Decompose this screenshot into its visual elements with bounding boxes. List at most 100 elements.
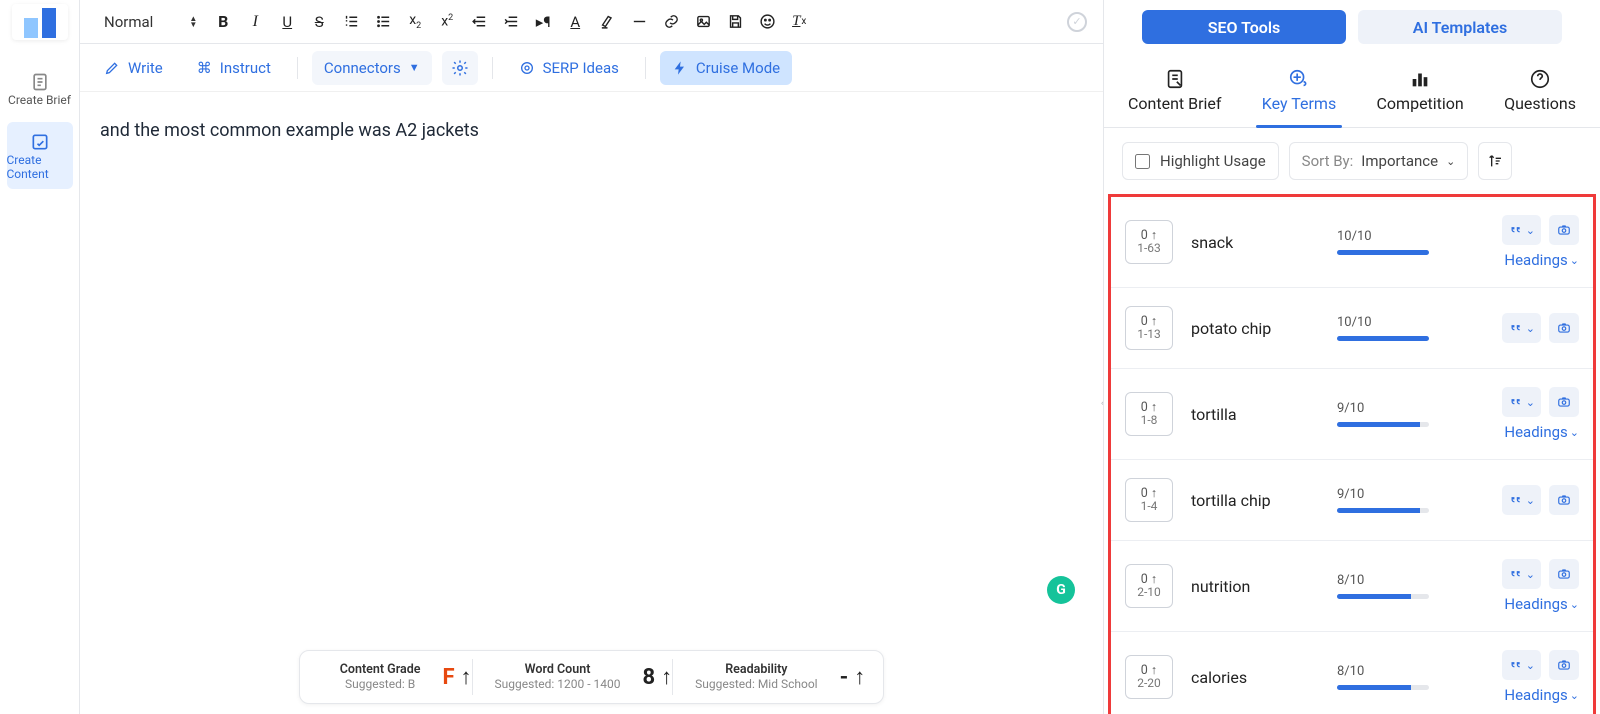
chevron-down-icon: ⌄	[1446, 155, 1455, 168]
editor-area[interactable]: and the most common example was A2 jacke…	[80, 92, 1103, 714]
term-row[interactable]: 0 ↑1-63snack10/10⌄Headings⌄	[1111, 197, 1593, 288]
instruct-button[interactable]: ⌘ Instruct	[185, 51, 283, 85]
clear-format-button[interactable]: Tx	[785, 8, 813, 36]
quote-icon	[1508, 321, 1522, 335]
headings-link[interactable]: Headings⌄	[1504, 423, 1579, 441]
word-count-value: 8 ↑	[642, 664, 672, 690]
format-toolbar: Normal ▲▼ B I U S x2 x2 ▸¶ A Tx	[80, 0, 1103, 44]
resize-handle-icon[interactable]: ⇿	[1101, 396, 1103, 410]
score-bar	[1337, 336, 1429, 341]
occurrence-count: 0 ↑	[1141, 401, 1157, 415]
occurrence-badge: 0 ↑2-10	[1125, 564, 1173, 608]
headings-link[interactable]: Headings⌄	[1504, 251, 1579, 269]
chevron-down-icon: ⌄	[1526, 568, 1535, 581]
quote-expand-button[interactable]: ⌄	[1502, 313, 1541, 343]
create-content-button[interactable]: Create Content	[7, 122, 73, 190]
view-button[interactable]	[1549, 485, 1579, 515]
sort-value: Importance	[1361, 152, 1438, 170]
row-actions: ⌄Headings⌄	[1502, 650, 1579, 704]
bold-button[interactable]: B	[209, 8, 237, 36]
serp-ideas-button[interactable]: SERP Ideas	[507, 51, 631, 85]
strike-button[interactable]: S	[305, 8, 333, 36]
tab-seo-tools[interactable]: SEO Tools	[1142, 10, 1346, 44]
indent-button[interactable]	[497, 8, 525, 36]
create-brief-button[interactable]: Create Brief	[7, 62, 73, 116]
camera-icon	[1556, 658, 1572, 672]
subtab-questions[interactable]: Questions	[1498, 62, 1582, 127]
quote-expand-button[interactable]: ⌄	[1502, 650, 1541, 680]
emoji-button[interactable]	[753, 8, 781, 36]
sort-by-dropdown[interactable]: Sort By: Importance ⌄	[1289, 142, 1469, 180]
separator	[492, 57, 493, 79]
score-column: 8/10	[1337, 573, 1437, 599]
view-button[interactable]	[1549, 650, 1579, 680]
italic-button[interactable]: I	[241, 8, 269, 36]
image-button[interactable]	[689, 8, 717, 36]
format-label: Normal	[104, 13, 153, 31]
highlight-usage-toggle[interactable]: Highlight Usage	[1122, 142, 1279, 180]
score-column: 8/10	[1337, 664, 1437, 690]
superscript-button[interactable]: x2	[433, 8, 461, 36]
unordered-list-button[interactable]	[369, 8, 397, 36]
label: Instruct	[220, 59, 271, 77]
right-panel: SEO Tools AI Templates Content Brief Key…	[1103, 0, 1600, 714]
score-text: 9/10	[1337, 401, 1437, 416]
pencil-icon	[104, 60, 120, 76]
settings-button[interactable]	[442, 51, 478, 85]
separator	[297, 57, 298, 79]
underline-button[interactable]: U	[273, 8, 301, 36]
subtab-key-terms[interactable]: Key Terms	[1256, 62, 1342, 127]
sort-direction-button[interactable]	[1478, 142, 1512, 180]
ordered-list-button[interactable]	[337, 8, 365, 36]
tab-ai-templates[interactable]: AI Templates	[1358, 10, 1562, 44]
pilcrow-button[interactable]: ▸¶	[529, 8, 557, 36]
quote-icon	[1508, 395, 1522, 409]
view-button[interactable]	[1549, 215, 1579, 245]
term-row[interactable]: 0 ↑1-8tortilla9/10⌄Headings⌄	[1111, 369, 1593, 460]
arrow-up-icon: ↑	[461, 664, 472, 690]
hr-button[interactable]	[625, 8, 653, 36]
quote-expand-button[interactable]: ⌄	[1502, 485, 1541, 515]
term-row[interactable]: 0 ↑2-20calories8/10⌄Headings⌄	[1111, 632, 1593, 714]
label: Readability	[725, 662, 787, 678]
chevron-down-icon: ⌄	[1526, 396, 1535, 409]
label: Content Grade	[340, 662, 421, 678]
term-row[interactable]: 0 ↑2-10nutrition8/10⌄Headings⌄	[1111, 541, 1593, 632]
view-button[interactable]	[1549, 313, 1579, 343]
occurrence-badge: 0 ↑1-13	[1125, 306, 1173, 350]
occurrence-count: 0 ↑	[1141, 664, 1157, 678]
highlight-button[interactable]	[593, 8, 621, 36]
quote-expand-button[interactable]: ⌄	[1502, 215, 1541, 245]
headings-link[interactable]: Headings⌄	[1504, 595, 1579, 613]
quote-expand-button[interactable]: ⌄	[1502, 559, 1541, 589]
view-button[interactable]	[1549, 387, 1579, 417]
camera-icon	[1556, 321, 1572, 335]
text-color-button[interactable]: A	[561, 8, 589, 36]
quote-expand-button[interactable]: ⌄	[1502, 387, 1541, 417]
write-button[interactable]: Write	[92, 51, 175, 85]
cruise-mode-button[interactable]: Cruise Mode	[660, 51, 792, 85]
outdent-button[interactable]	[465, 8, 493, 36]
camera-icon	[1556, 395, 1572, 409]
document-icon	[30, 72, 50, 92]
readability-value: - ↑	[840, 664, 866, 690]
subtab-content-brief[interactable]: Content Brief	[1122, 62, 1227, 127]
score-text: 10/10	[1337, 315, 1437, 330]
link-button[interactable]	[657, 8, 685, 36]
camera-icon	[1556, 493, 1572, 507]
headings-link[interactable]: Headings⌄	[1504, 686, 1579, 704]
save-button[interactable]	[721, 8, 749, 36]
term-row[interactable]: 0 ↑1-4tortilla chip9/10⌄	[1111, 460, 1593, 541]
subscript-button[interactable]: x2	[401, 8, 429, 36]
connectors-dropdown[interactable]: Connectors ▼	[312, 51, 432, 85]
caret-down-icon: ▼	[409, 61, 420, 74]
format-select[interactable]: Normal ▲▼	[96, 9, 205, 35]
chevron-down-icon: ⌄	[1570, 689, 1579, 702]
grammarly-badge[interactable]: G	[1047, 576, 1075, 604]
view-button[interactable]	[1549, 559, 1579, 589]
key-terms-icon	[1288, 68, 1310, 90]
camera-icon	[1556, 567, 1572, 581]
term-row[interactable]: 0 ↑1-13potato chip10/10⌄	[1111, 288, 1593, 369]
subtab-competition[interactable]: Competition	[1371, 62, 1470, 127]
highlight-usage-checkbox[interactable]	[1135, 154, 1150, 169]
